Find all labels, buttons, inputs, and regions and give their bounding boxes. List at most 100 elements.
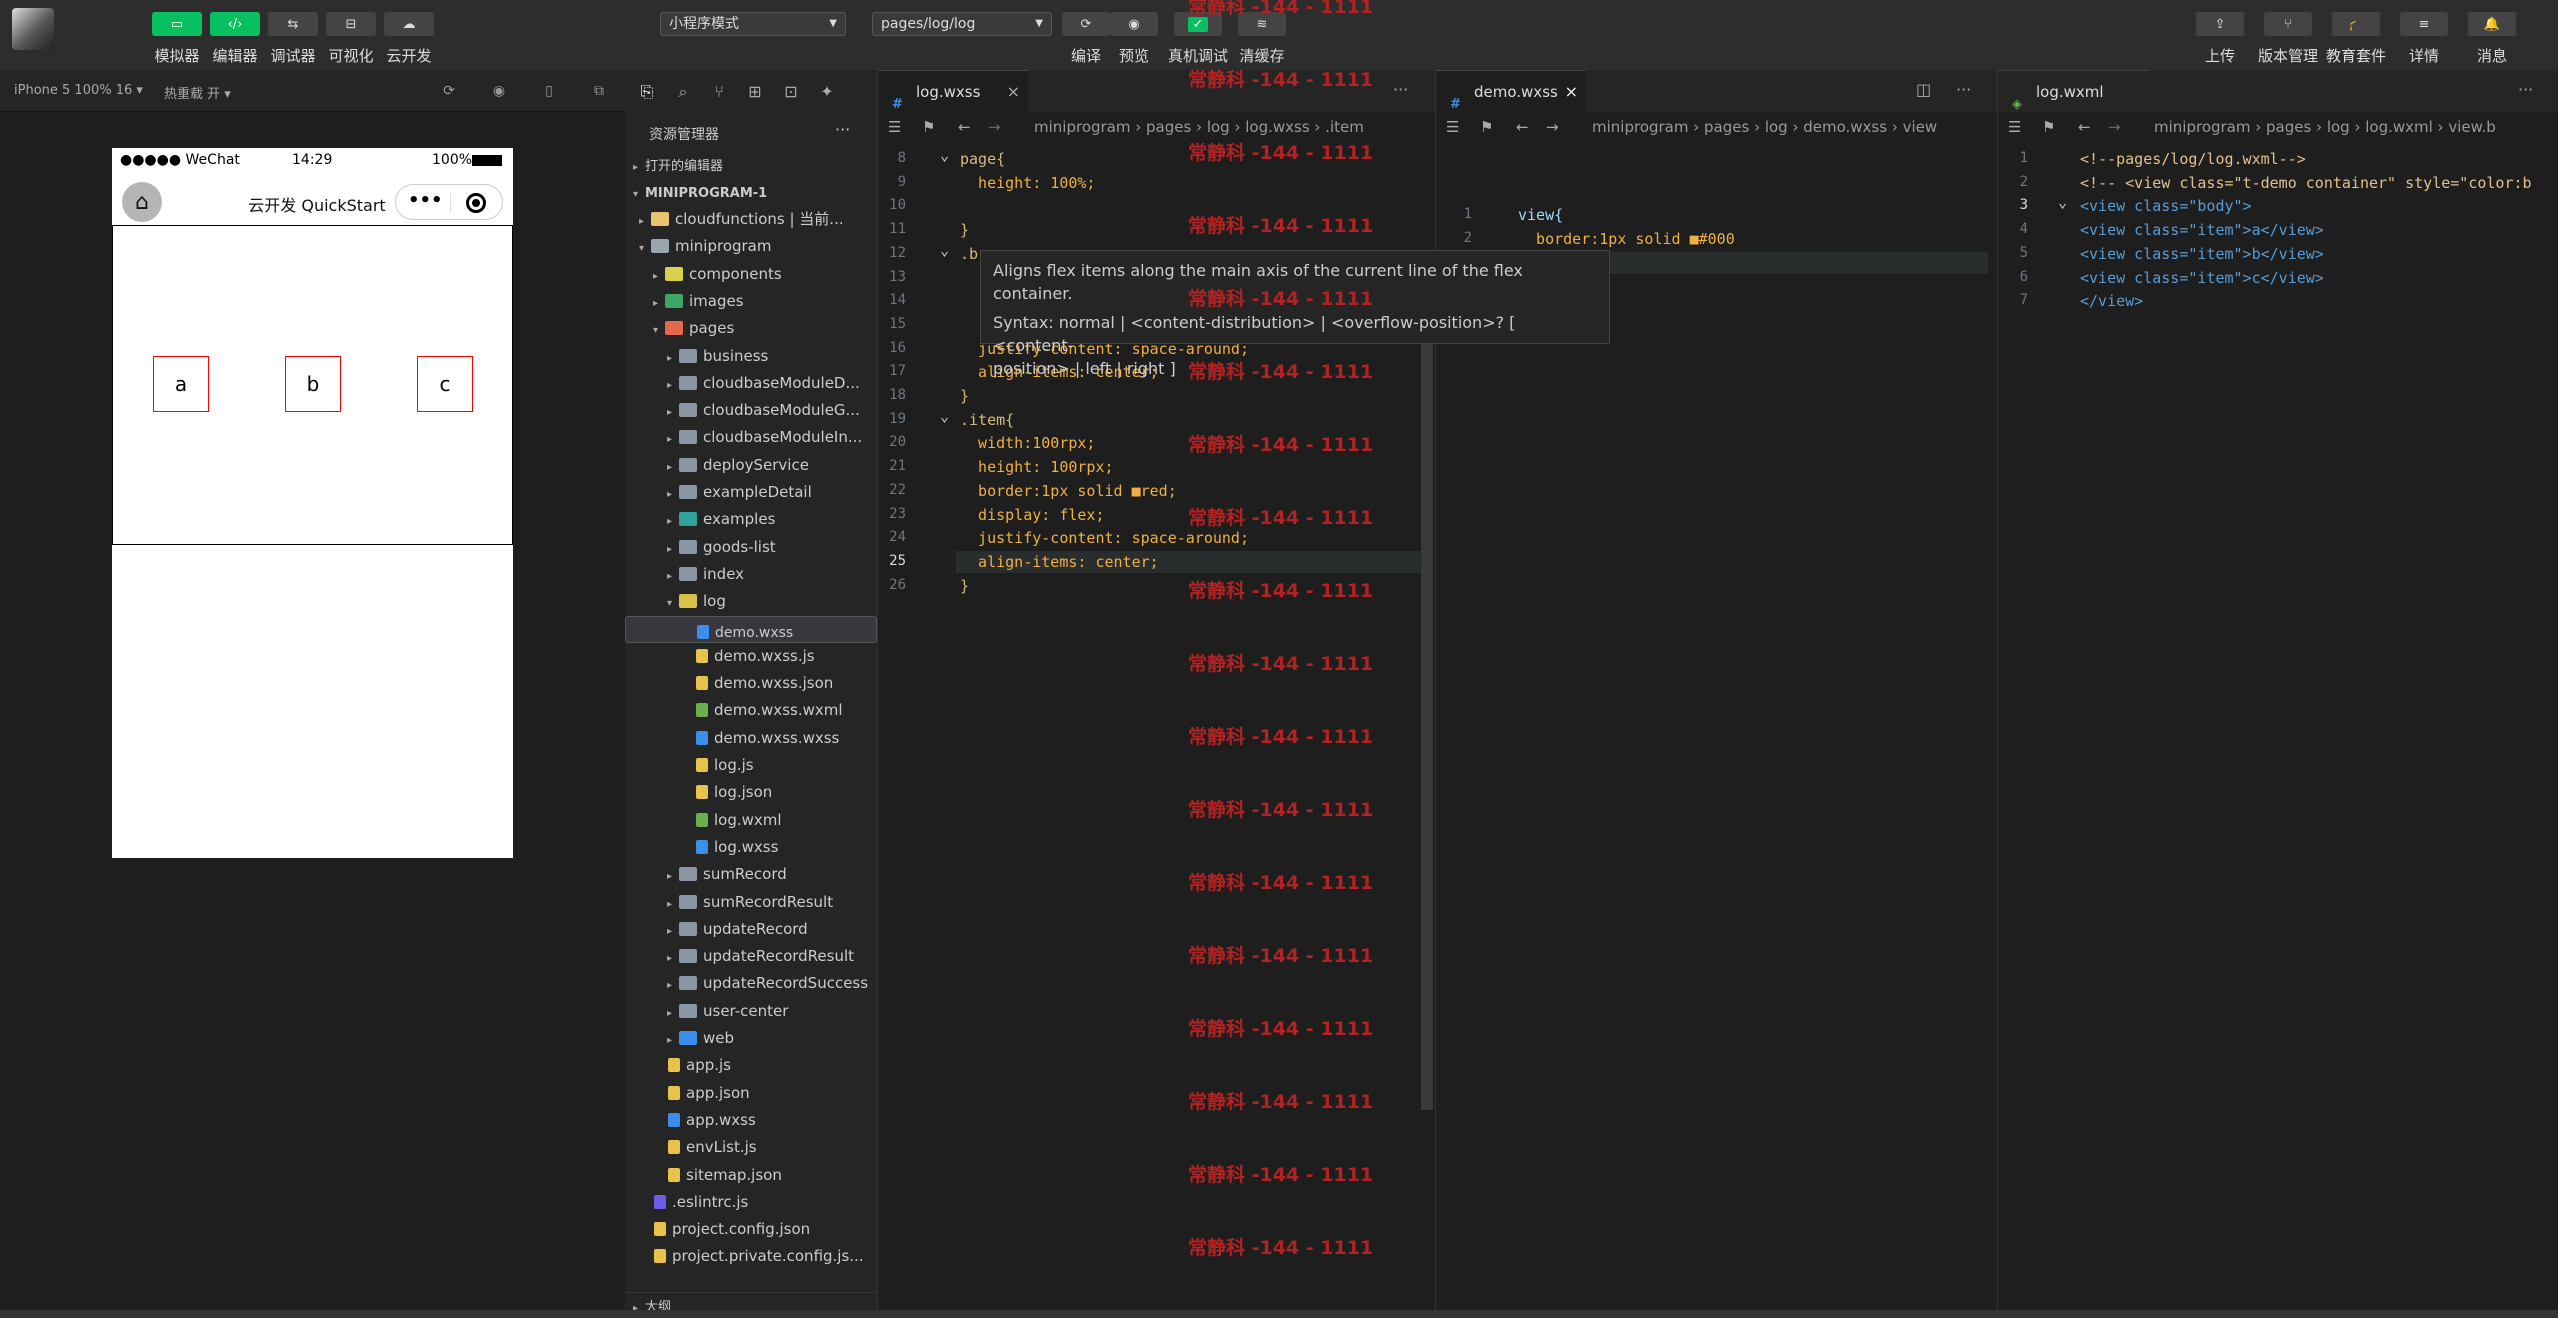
tab-log-wxml[interactable]: ◈ log.wxml [1998, 70, 2148, 112]
tree-item[interactable]: app.wxss [625, 1107, 877, 1134]
tree-item[interactable]: ▸ updateRecordResult [625, 943, 877, 970]
refresh-icon[interactable]: ⟳ [440, 82, 458, 100]
hot-reload-toggle[interactable]: 热重载 开 ▾ [164, 83, 231, 102]
tree-item[interactable]: ▸ index [625, 561, 877, 588]
home-icon[interactable]: ⌂ [122, 182, 162, 222]
back-icon[interactable]: ← [958, 112, 971, 142]
chevron-down-icon[interactable]: ⌄ [940, 407, 949, 425]
tree-item[interactable]: sitemap.json [625, 1162, 877, 1189]
files-icon[interactable]: ⎘ [637, 82, 657, 102]
tree-item[interactable]: log.wxml [625, 807, 877, 834]
tree-item[interactable]: ▸ examples [625, 506, 877, 533]
detach-icon[interactable]: ⧉ [590, 82, 608, 100]
list-icon[interactable]: ☰ [2008, 112, 2021, 142]
close-circle-icon[interactable] [466, 193, 486, 213]
graduation-button[interactable]: 🎓 [2332, 12, 2380, 36]
cloud-toggle-button[interactable]: ☁ [384, 12, 434, 36]
tree-item[interactable]: ▸ exampleDetail [625, 479, 877, 506]
forward-icon[interactable]: → [1546, 112, 1559, 142]
tree-item[interactable]: ▸ business [625, 343, 877, 370]
tree-item[interactable]: ▸ cloudbaseModuleG... [625, 397, 877, 424]
more-icon[interactable]: ••• [408, 190, 443, 211]
tree-item[interactable]: log.wxss [625, 834, 877, 861]
device-select[interactable]: iPhone 5 100% 16 ▾ [14, 83, 143, 98]
more-icon[interactable]: ··· [2518, 80, 2533, 99]
forward-icon[interactable]: → [988, 112, 1001, 142]
bell-button[interactable]: 🔔 [2468, 12, 2516, 36]
tree-item[interactable]: app.js [625, 1052, 877, 1079]
tree-item[interactable]: ▸ web [625, 1025, 877, 1052]
extensions-icon[interactable]: ⊞ [745, 82, 765, 102]
bookmark-icon[interactable]: ⚑ [922, 112, 935, 142]
tree-item[interactable]: demo.wxss.wxss [625, 725, 877, 752]
tree-item[interactable]: log.js [625, 752, 877, 779]
toolbar-label[interactable]: 教育套件 [2321, 45, 2391, 66]
tree-item[interactable]: ▸ cloudfunctions | 当前... [625, 206, 877, 233]
root-folder[interactable]: ▾ MINIPROGRAM-1 [625, 179, 877, 206]
item-c[interactable]: c [417, 356, 473, 412]
tree-item[interactable]: demo.wxss.json [625, 670, 877, 697]
item-b[interactable]: b [285, 356, 341, 412]
avatar[interactable] [12, 8, 54, 50]
debug-icon[interactable]: ⊡ [781, 82, 801, 102]
tree-item[interactable]: .eslintrc.js [625, 1189, 877, 1216]
toolbar-label[interactable]: 详情 [2389, 45, 2459, 66]
back-icon[interactable]: ← [1516, 112, 1529, 142]
close-icon[interactable]: × [1007, 71, 1020, 113]
mode-select[interactable]: 小程序模式 ▼ [660, 12, 846, 36]
search-icon[interactable]: ⌕ [673, 82, 693, 102]
breadcrumb-path[interactable]: miniprogram › pages › log › demo.wxss › … [1592, 112, 1937, 142]
eye-button[interactable]: ◉ [1110, 12, 1158, 36]
debug-toggle-button[interactable]: ⇆ [268, 12, 318, 36]
toolbar-label[interactable]: 真机调试 [1163, 45, 1233, 66]
tree-item[interactable]: ▸ cloudbaseModuleIn... [625, 424, 877, 451]
item-a[interactable]: a [153, 356, 209, 412]
tree-item[interactable]: ▸ components [625, 261, 877, 288]
tree-item[interactable]: ▸ sumRecordResult [625, 889, 877, 916]
tree-item[interactable]: demo.wxss.js [625, 643, 877, 670]
tree-item[interactable]: ▸ user-center [625, 998, 877, 1025]
more-icon[interactable]: ··· [835, 120, 850, 139]
tree-item[interactable]: ▸ goods-list [625, 534, 877, 561]
list-icon[interactable]: ☰ [888, 112, 901, 142]
tree-item[interactable]: ▾ miniprogram [625, 233, 877, 260]
tab-demo-wxss[interactable]: # demo.wxss × [1436, 70, 1586, 112]
tree-item[interactable]: ▸ cloudbaseModuleD... [625, 370, 877, 397]
tree-item[interactable]: app.json [625, 1080, 877, 1107]
tree-item[interactable]: demo.wxss [625, 615, 877, 643]
refresh-button[interactable]: ⟳ [1062, 12, 1110, 36]
tree-item[interactable]: ▸ deployService [625, 452, 877, 479]
breadcrumb-path[interactable]: miniprogram › pages › log › log.wxml › v… [2154, 112, 2496, 142]
tree-item[interactable]: ▸ images [625, 288, 877, 315]
toolbar-label[interactable]: 云开发 [374, 45, 444, 66]
phone-icon[interactable]: ▯ [540, 82, 558, 100]
tree-item[interactable]: demo.wxss.wxml [625, 697, 877, 724]
tab-log-wxss[interactable]: # log.wxss × [878, 70, 1028, 112]
more-icon[interactable]: ··· [1956, 80, 1971, 99]
code-toggle-button[interactable]: ‹/› [210, 12, 260, 36]
split-editor-icon[interactable]: ◫ [1916, 80, 1931, 99]
phone-toggle-button[interactable]: ▭ [152, 12, 202, 36]
open-editors-section[interactable]: ▸ 打开的编辑器 [625, 152, 877, 179]
record-icon[interactable]: ◉ [490, 82, 508, 100]
tree-item[interactable]: ▸ sumRecord [625, 861, 877, 888]
toolbar-label[interactable]: 预览 [1099, 45, 1169, 66]
toolbar-label[interactable]: 上传 [2185, 45, 2255, 66]
toolbar-label[interactable]: 清缓存 [1227, 45, 1297, 66]
capsule-menu[interactable]: ••• [395, 184, 503, 220]
tree-item[interactable]: log.json [625, 779, 877, 806]
chevron-down-icon[interactable]: ⌄ [940, 146, 949, 164]
more-icon[interactable]: ··· [1393, 80, 1408, 99]
menu-button[interactable]: ≡ [2400, 12, 2448, 36]
branch-button[interactable]: ⑂ [2264, 12, 2312, 36]
forward-icon[interactable]: → [2108, 112, 2121, 142]
toolbar-label[interactable]: 消息 [2457, 45, 2527, 66]
chevron-down-icon[interactable]: ⌄ [2058, 193, 2067, 211]
list-icon[interactable]: ☰ [1446, 112, 1459, 142]
tree-item[interactable]: ▾ log [625, 588, 877, 615]
layout-toggle-button[interactable]: ⊟ [326, 12, 376, 36]
page-select[interactable]: pages/log/log ▼ [872, 12, 1052, 36]
tree-item[interactable]: envList.js [625, 1134, 877, 1161]
tree-item[interactable]: ▸ updateRecordSuccess [625, 970, 877, 997]
toolbar-label[interactable]: 版本管理 [2253, 45, 2323, 66]
